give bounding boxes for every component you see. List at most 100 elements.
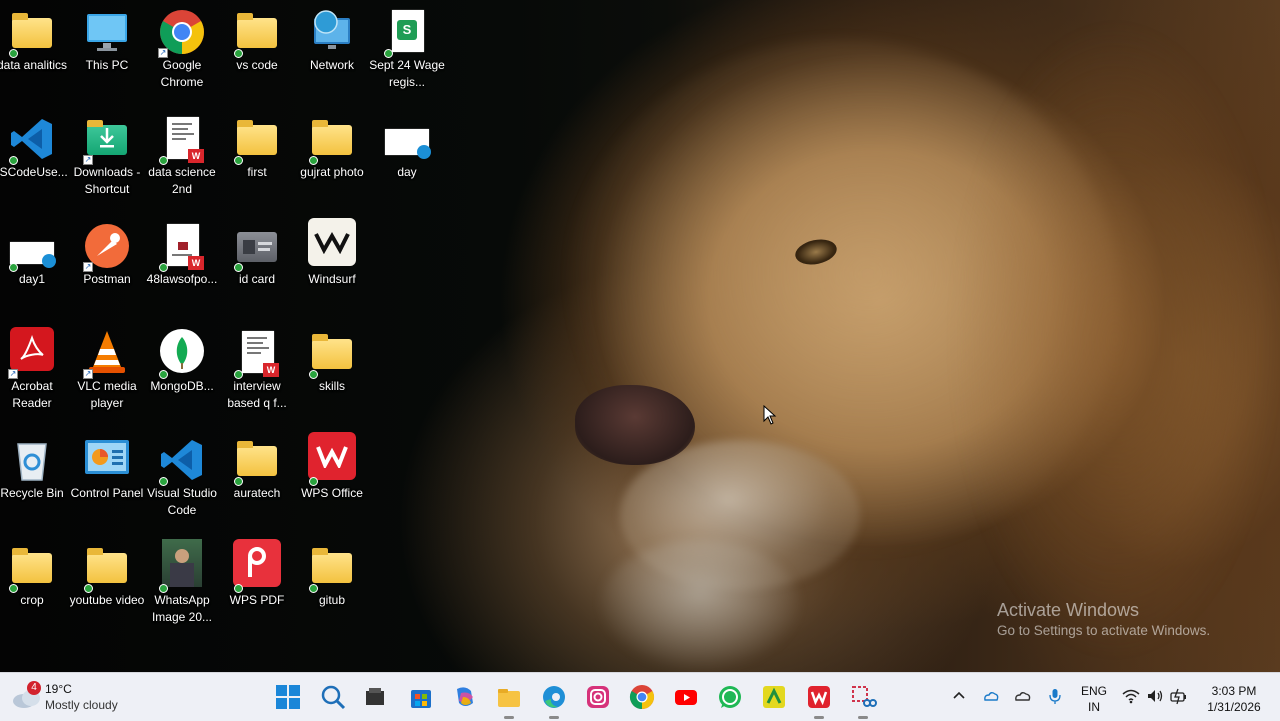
desktop-icon-label: Control Panel bbox=[70, 486, 144, 500]
windsurf-icon bbox=[308, 218, 356, 270]
desktop-icon-vlc-media-player[interactable]: ↗ VLC media player bbox=[69, 329, 145, 412]
taskbar-app-whatsapp[interactable] bbox=[716, 683, 744, 711]
quick-settings-button[interactable] bbox=[1122, 687, 1188, 707]
vlc-icon: ↗ bbox=[83, 329, 131, 379]
volume-icon bbox=[1148, 690, 1163, 702]
chevron-up-icon bbox=[953, 691, 965, 699]
microphone-icon bbox=[1049, 689, 1061, 704]
taskbar-app-snipping-tool[interactable] bbox=[849, 683, 877, 719]
desktop-icon-label: crop bbox=[20, 593, 44, 607]
desktop-icon-whatsapp-image[interactable]: WhatsApp Image 20... bbox=[144, 539, 220, 626]
desktop-icon-auratech[interactable]: auratech bbox=[219, 436, 295, 502]
taskbar-app-task-view[interactable] bbox=[361, 683, 389, 711]
desktop-icon-label: This PC bbox=[85, 58, 129, 72]
desktop-icon-downloads-shortcut[interactable]: ↗ Downloads - Shortcut bbox=[69, 115, 145, 198]
desktop-icon-vs-code-folder[interactable]: vs code bbox=[219, 8, 295, 74]
desktop-icon-label: WPS PDF bbox=[229, 593, 285, 607]
taskbar-app-file-explorer[interactable] bbox=[495, 683, 523, 719]
notification-badge: 4 bbox=[27, 681, 41, 695]
folder-icon bbox=[233, 436, 281, 486]
image-file-icon bbox=[158, 539, 206, 593]
desktop-icon-visual-studio-code[interactable]: Visual Studio Code bbox=[144, 436, 220, 519]
desktop-icon-skills[interactable]: skills bbox=[294, 329, 370, 395]
desktop-icon-label: Acrobat Reader bbox=[11, 379, 53, 410]
watermark-title: Activate Windows bbox=[997, 600, 1140, 620]
html-file-icon bbox=[8, 222, 56, 272]
folder-icon bbox=[83, 543, 131, 593]
battery-charging-icon bbox=[1170, 688, 1186, 705]
desktop-icon-acrobat-reader[interactable]: ↗ Acrobat Reader bbox=[0, 327, 70, 412]
start-button[interactable] bbox=[274, 683, 302, 711]
desktop-icon-this-pc[interactable]: This PC bbox=[69, 8, 145, 74]
clock-date: 1/31/2026 bbox=[1207, 700, 1261, 714]
desktop-icon-label: skills bbox=[319, 379, 345, 393]
desktop-icon-google-chrome[interactable]: ↗ Google Chrome bbox=[144, 8, 220, 91]
desktop-icon-postman[interactable]: ↗ Postman bbox=[69, 222, 145, 288]
wps-document-icon: W bbox=[158, 222, 206, 272]
desktop-icon-label: data analitics bbox=[0, 58, 68, 72]
desktop-icon-label: Visual Studio Code bbox=[147, 486, 217, 517]
weather-temperature: 19°C bbox=[45, 682, 72, 696]
lion-chin bbox=[600, 540, 800, 670]
tray-onedrive[interactable] bbox=[1014, 687, 1032, 705]
show-hidden-icons-button[interactable] bbox=[950, 687, 968, 705]
chrome-icon: ↗ bbox=[158, 8, 206, 58]
desktop-icon-label: Downloads - Shortcut bbox=[73, 165, 141, 196]
desktop-icon-vscode-user-setup[interactable]: /SCodeUse... bbox=[0, 115, 70, 181]
desktop-icon-gujrat-photo[interactable]: gujrat photo bbox=[294, 115, 370, 181]
chrome-icon bbox=[629, 685, 655, 709]
desktop-icon-crop[interactable]: crop bbox=[0, 543, 70, 609]
onedrive-cloud-icon bbox=[1015, 692, 1031, 701]
file-explorer-dark-icon bbox=[366, 688, 384, 705]
edge-icon bbox=[543, 686, 565, 708]
wps-office-icon bbox=[808, 686, 830, 708]
tray-onedrive-sync[interactable] bbox=[982, 687, 1000, 705]
desktop-icon-control-panel[interactable]: Control Panel bbox=[69, 436, 145, 502]
taskbar-app-edge[interactable] bbox=[540, 683, 568, 719]
desktop-icon-interview-based-q[interactable]: W interview based q f... bbox=[219, 329, 295, 412]
desktop-icon-network[interactable]: Network bbox=[294, 8, 370, 74]
desktop-icon-id-card[interactable]: id card bbox=[219, 222, 295, 288]
input-language-indicator[interactable]: ENG IN bbox=[1078, 683, 1110, 715]
mongodb-icon bbox=[158, 329, 206, 379]
taskbar: 4 19°C Mostly cloudy ENG IN 3:03 PM 1/31… bbox=[0, 672, 1280, 721]
taskbar-app-microsoft-store[interactable] bbox=[407, 683, 435, 711]
taskbar-app-youtube[interactable] bbox=[672, 683, 700, 711]
desktop-icon-day[interactable]: day bbox=[369, 115, 445, 181]
desktop-icon-data-science-2nd[interactable]: W data science 2nd bbox=[144, 115, 220, 198]
desktop-icon-data-analitics[interactable]: data analitics bbox=[0, 8, 70, 74]
wps-document-icon: W bbox=[158, 115, 206, 165]
tray-microphone[interactable] bbox=[1046, 687, 1064, 705]
folder-icon bbox=[233, 8, 281, 58]
desktop-icon-gitub[interactable]: gitub bbox=[294, 543, 370, 609]
desktop-icon-windsurf[interactable]: Windsurf bbox=[294, 218, 370, 288]
desktop-icon-label: vs code bbox=[236, 58, 278, 72]
wps-document-icon: W bbox=[233, 329, 281, 379]
desktop-icon-day1[interactable]: day1 bbox=[0, 222, 70, 288]
desktop-icon-recycle-bin[interactable]: Recycle Bin bbox=[0, 436, 70, 502]
weather-widget[interactable]: 4 19°C Mostly cloudy bbox=[12, 681, 162, 715]
taskbar-app-spreadsheet[interactable] bbox=[760, 683, 788, 711]
file-explorer-icon bbox=[498, 689, 520, 707]
desktop-icon-label: WhatsApp Image 20... bbox=[151, 593, 213, 624]
clock[interactable]: 3:03 PM 1/31/2026 bbox=[1200, 683, 1268, 715]
microsoft-store-icon bbox=[411, 690, 431, 708]
desktop-icon-mongodb[interactable]: MongoDB... bbox=[144, 329, 220, 395]
desktop-icon-sept-24-wage-register[interactable]: S Sept 24 Wage regis... bbox=[369, 8, 445, 91]
desktop-icon-wps-pdf[interactable]: WPS PDF bbox=[219, 539, 295, 609]
desktop-icon-label: Network bbox=[309, 58, 354, 72]
taskbar-app-copilot[interactable] bbox=[451, 683, 479, 711]
wps-office-icon bbox=[308, 432, 356, 486]
desktop-icon-label: Google Chrome bbox=[160, 58, 204, 89]
taskbar-app-chrome[interactable] bbox=[628, 683, 656, 711]
desktop-icon-first[interactable]: first bbox=[219, 115, 295, 181]
taskbar-app-wps-office[interactable] bbox=[805, 683, 833, 719]
desktop-icon-wps-office[interactable]: WPS Office bbox=[294, 432, 370, 502]
html-file-icon bbox=[383, 115, 431, 163]
wps-pdf-icon bbox=[233, 539, 281, 593]
search-icon bbox=[321, 685, 346, 710]
search-button[interactable] bbox=[319, 683, 347, 711]
desktop-icon-youtube-video[interactable]: youtube video bbox=[69, 543, 145, 609]
taskbar-app-instagram[interactable] bbox=[584, 683, 612, 711]
desktop-icon-48lawsofpower[interactable]: W 48lawsofpo... bbox=[144, 222, 220, 288]
